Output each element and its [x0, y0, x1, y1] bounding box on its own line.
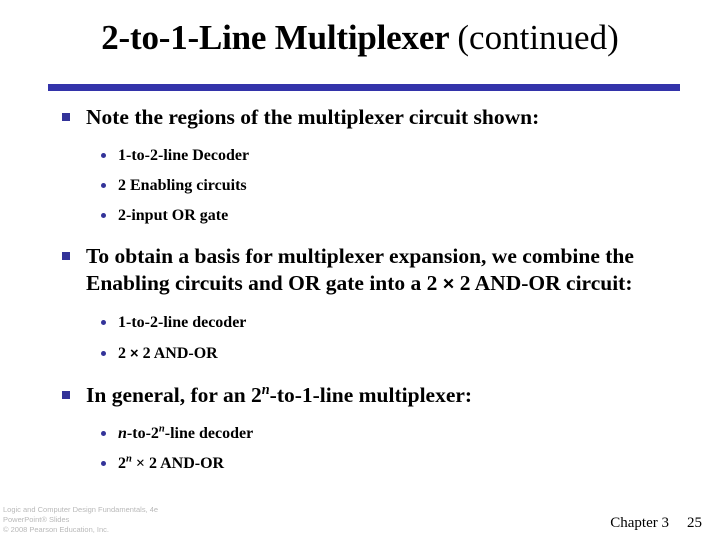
chapter-label: Chapter 3	[610, 515, 669, 531]
bullet-level2-2n-and-or: 2n × 2 AND-OR	[0, 449, 720, 478]
slide-body: Note the regions of the multiplexer circ…	[0, 104, 720, 479]
slide-canvas: 2-to-1-Line Multiplexer (continued) Note…	[0, 0, 720, 540]
bullet-level1-text-part2: 2 AND-OR circuit:	[454, 271, 633, 295]
slide-title-suffix: (continued)	[457, 18, 619, 57]
bullet-level2-text-post: × 2 AND-OR	[131, 455, 225, 472]
bullet-level1-text-part2: -to-1-line multiplexer:	[269, 383, 473, 407]
bullet-level2-text: 2 Enabling circuits	[118, 177, 247, 194]
credit-line-slides: PowerPoint® Slides	[3, 515, 70, 524]
square-bullet-icon	[62, 113, 70, 121]
chapter-page-footer: Chapter 3 25	[610, 515, 702, 532]
bullet-level2-decoder-2: 1-to-2-line decoder	[0, 308, 720, 338]
bullet-level2-text-mid: -to-2	[126, 425, 159, 442]
copyright-credit: Logic and Computer Design Fundamentals, …	[3, 505, 158, 535]
bullet-level1-obtain-basis: To obtain a basis for multiplexer expans…	[0, 243, 720, 298]
bullet-level2-decoder: 1-to-2-line Decoder	[0, 141, 720, 170]
bullet-level1-in-general: In general, for an 2n-to-1-line multiple…	[0, 382, 720, 409]
round-bullet-icon	[101, 153, 106, 158]
bullet-level2-text-part1: 2	[118, 345, 130, 362]
bullet-level1-text: Note the regions of the multiplexer circ…	[86, 105, 540, 129]
variable-n: n	[118, 425, 127, 442]
bullet-level2-text-part1: 1-to-2-line decoder	[118, 314, 247, 331]
bullet-level2-text-mid: 2	[118, 455, 126, 472]
exponent-n: n	[261, 381, 270, 398]
round-bullet-icon	[101, 461, 106, 466]
round-bullet-icon	[101, 183, 106, 188]
bullet-level2-enabling: 2 Enabling circuits	[0, 171, 720, 200]
page-number: 25	[687, 515, 702, 531]
multiplication-sign: ×	[130, 346, 139, 362]
slide-title-main: 2-to-1-Line Multiplexer	[101, 18, 458, 57]
credit-line-copyright: © 2008 Pearson Education, Inc.	[3, 525, 110, 534]
round-bullet-icon	[101, 431, 106, 436]
bullet-level2-text-part2: 2 AND-OR	[138, 345, 218, 362]
bullet-level2-and-or: 2 × 2 AND-OR	[0, 339, 720, 369]
round-bullet-icon	[101, 320, 106, 325]
square-bullet-icon	[62, 391, 70, 399]
square-bullet-icon	[62, 252, 70, 260]
round-bullet-icon	[101, 213, 106, 218]
bullet-level2-text: 2-input OR gate	[118, 207, 229, 224]
bullet-level1-text-part1: In general, for an 2	[86, 383, 262, 407]
credit-line-book: Logic and Computer Design Fundamentals, …	[3, 505, 159, 514]
bullet-level2-n-decoder: n-to-2n-line decoder	[0, 419, 720, 448]
slide-title: 2-to-1-Line Multiplexer (continued)	[0, 18, 720, 58]
title-divider-bar	[48, 84, 680, 91]
bullet-level1-note-regions: Note the regions of the multiplexer circ…	[0, 104, 720, 131]
multiplication-sign: ×	[442, 273, 455, 295]
bullet-level2-orgate: 2-input OR gate	[0, 201, 720, 230]
round-bullet-icon	[101, 351, 106, 356]
bullet-level2-text-post: -line decoder	[164, 425, 254, 442]
bullet-level2-text: 1-to-2-line Decoder	[118, 147, 250, 164]
